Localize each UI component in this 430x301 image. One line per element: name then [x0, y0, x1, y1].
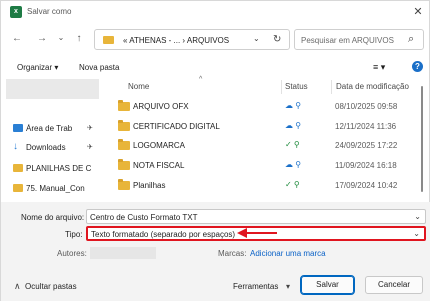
file-name: NOTA FISCAL: [133, 161, 185, 170]
new-folder-button[interactable]: Nova pasta: [79, 63, 119, 72]
type-label: Tipo:: [65, 230, 83, 239]
folder-icon: [103, 36, 114, 44]
column-header-status[interactable]: Status: [285, 82, 308, 91]
pin-icon: ✈: [87, 125, 93, 132]
sidebar-item-label: Área de Trab: [26, 124, 73, 133]
sidebar-item-downloads[interactable]: ↓ Downloads ✈: [6, 141, 99, 155]
file-date: 11/09/2024 16:18: [335, 161, 397, 170]
refresh-icon[interactable]: ↻: [273, 34, 281, 45]
desktop-icon: [13, 124, 23, 132]
file-date: 17/09/2024 10:42: [335, 181, 398, 190]
sidebar-item-label: PLANILHAS DE C: [26, 164, 92, 173]
search-box[interactable]: Pesquisar em ARQUIVOS ⌕: [294, 29, 424, 50]
file-name: CERTIFICADO DIGITAL: [133, 122, 220, 131]
folder-icon: [118, 159, 130, 170]
sidebar-item-desktop[interactable]: Área de Trab ✈: [6, 122, 99, 136]
list-item[interactable]: CERTIFICADO DIGITAL ☁ ⚲ 12/11/2024 11:36: [111, 117, 413, 135]
sidebar-item-label: 75. Manual_Con: [26, 184, 85, 193]
chevron-down-icon[interactable]: ⌄: [413, 229, 420, 238]
column-divider: [281, 80, 282, 94]
file-list: ^ Nome Status Data de modificação ARQUIV…: [99, 76, 417, 201]
annotation-arrow-head: [237, 228, 247, 238]
add-tag-link[interactable]: Adicionar uma marca: [250, 249, 326, 258]
view-options-button[interactable]: ≡ ▾: [373, 62, 385, 73]
save-as-dialog: x Salvar como ✕ ← → ⌄ ↑ « ATHENAS - ... …: [0, 0, 430, 301]
column-divider: [331, 80, 332, 94]
excel-app-icon: x: [10, 6, 22, 18]
sidebar-item-label: Downloads: [26, 143, 66, 152]
help-icon[interactable]: ?: [412, 61, 423, 72]
address-bar[interactable]: « ATHENAS - ... › ARQUIVOS ⌄ ↻: [94, 29, 290, 50]
tags-label: Marcas:: [218, 249, 247, 258]
search-input[interactable]: Pesquisar em ARQUIVOS: [301, 36, 394, 45]
chevron-down-icon[interactable]: ⌄: [414, 212, 421, 221]
list-item[interactable]: ARQUIVO OFX ☁ ⚲ 08/10/2025 09:58: [111, 97, 413, 115]
folder-icon: [118, 120, 130, 131]
folder-icon: [13, 164, 23, 172]
search-icon[interactable]: ⌕: [408, 33, 414, 46]
title-bar: x Salvar como ✕: [1, 1, 430, 23]
tools-dropdown-icon[interactable]: ▾: [286, 282, 290, 291]
file-date: 12/11/2024 11:36: [335, 122, 397, 131]
list-item[interactable]: Planilhas ✓ ⚲ 17/09/2024 10:42: [111, 176, 413, 194]
folder-icon: [118, 139, 130, 150]
recent-locations-chevron-icon[interactable]: ⌄: [54, 31, 68, 45]
file-name: ARQUIVO OFX: [133, 102, 189, 111]
navigation-pane-selected-area: [6, 79, 99, 99]
authors-label: Autores:: [57, 249, 87, 258]
breadcrumb[interactable]: « ATHENAS - ... › ARQUIVOS: [123, 36, 229, 45]
chevron-up-icon[interactable]: ∧: [14, 281, 21, 292]
cloud-status-icon: ☁ ⚲: [285, 121, 302, 130]
vertical-scrollbar[interactable]: [418, 76, 427, 201]
forward-arrow-icon[interactable]: →: [35, 32, 49, 46]
cloud-status-icon: ☁ ⚲: [285, 160, 302, 169]
list-item[interactable]: LOGOMARCA ✓ ⚲ 24/09/2025 17:22: [111, 136, 413, 154]
authors-input[interactable]: [90, 247, 156, 259]
folder-icon: [118, 179, 130, 190]
window-title: Salvar como: [27, 7, 72, 16]
sort-up-icon: ^: [199, 76, 203, 83]
hide-folders-button[interactable]: Ocultar pastas: [25, 282, 77, 291]
up-arrow-icon[interactable]: ↑: [72, 32, 86, 46]
download-icon: ↓: [13, 141, 18, 152]
scrollbar-thumb[interactable]: [421, 86, 423, 192]
synced-status-icon: ✓ ⚲: [285, 140, 300, 149]
save-button[interactable]: Salvar: [300, 275, 355, 295]
filename-input[interactable]: Centro de Custo Formato TXT ⌄: [86, 209, 426, 224]
file-date: 08/10/2025 09:58: [335, 102, 398, 111]
file-type-value[interactable]: Texto formatado (separado por espaços): [91, 230, 235, 239]
navigation-pane: Área de Trab ✈ ↓ Downloads ✈ PLANILHAS D…: [6, 79, 99, 201]
list-item[interactable]: NOTA FISCAL ☁ ⚲ 11/09/2024 16:18: [111, 156, 413, 174]
cloud-status-icon: ☁ ⚲: [285, 101, 302, 110]
organize-button[interactable]: Organizar ▾: [17, 63, 58, 72]
file-name: LOGOMARCA: [133, 141, 186, 150]
folder-icon: [118, 100, 130, 111]
column-header-date[interactable]: Data de modificação: [336, 82, 409, 91]
annotation-arrow-shaft: [247, 232, 277, 234]
sidebar-item-manual[interactable]: 75. Manual_Con: [6, 182, 99, 196]
column-header-name[interactable]: Nome: [128, 82, 149, 91]
file-name: Planilhas: [133, 181, 166, 190]
filename-label: Nome do arquivo:: [21, 213, 85, 222]
address-history-chevron-icon[interactable]: ⌄: [253, 34, 260, 43]
filename-value[interactable]: Centro de Custo Formato TXT: [90, 213, 197, 222]
folder-icon: [13, 184, 23, 192]
synced-status-icon: ✓ ⚲: [285, 180, 300, 189]
close-icon[interactable]: ✕: [411, 5, 425, 19]
pin-icon: ✈: [87, 144, 93, 151]
sidebar-item-planilhas[interactable]: PLANILHAS DE C: [6, 162, 99, 176]
cancel-button[interactable]: Cancelar: [365, 276, 423, 294]
tools-button[interactable]: Ferramentas: [233, 282, 278, 291]
back-arrow-icon[interactable]: ←: [10, 32, 24, 46]
file-date: 24/09/2025 17:22: [335, 141, 398, 150]
